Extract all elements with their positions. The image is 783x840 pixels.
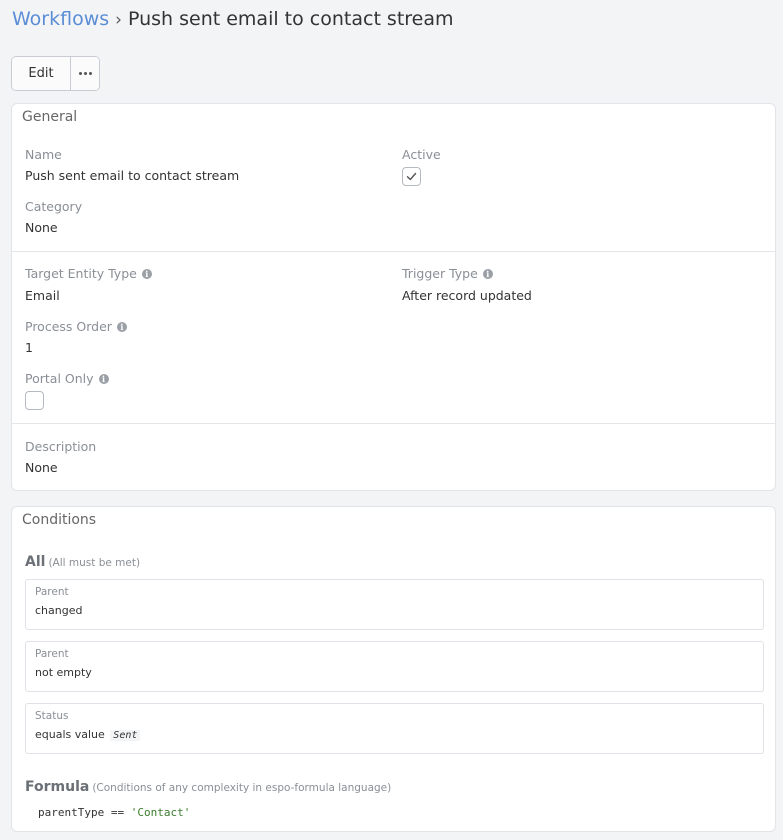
info-icon[interactable]: i xyxy=(116,321,127,332)
section-divider xyxy=(12,423,775,424)
trigger-type-label: Trigger Type i xyxy=(402,266,493,281)
process-order-label: Process Order i xyxy=(25,319,127,334)
process-order-value: 1 xyxy=(25,340,33,355)
target-entity-type-value: Email xyxy=(25,288,60,303)
name-label: Name xyxy=(25,147,62,162)
condition-text: not empty xyxy=(35,666,92,679)
page-title: Push sent email to contact stream xyxy=(127,8,454,30)
general-panel-title: General xyxy=(22,109,78,125)
conditions-panel: Conditions All (All must be met) Parent c… xyxy=(11,506,776,832)
ellipsis-icon xyxy=(78,72,92,75)
general-panel: General Name Push sent email to contact … xyxy=(11,103,776,491)
breadcrumb: Workflows › Push sent email to contact str… xyxy=(12,6,454,33)
category-label: Category xyxy=(25,199,83,214)
condition-item: Parent changed xyxy=(25,579,764,630)
condition-field: Parent xyxy=(35,586,69,598)
edit-button[interactable]: Edit xyxy=(12,57,71,90)
name-value: Push sent email to contact stream xyxy=(25,168,240,183)
condition-item: Parent not empty xyxy=(25,641,764,692)
info-icon[interactable]: i xyxy=(482,268,493,279)
condition-value: Sent xyxy=(110,730,141,741)
target-entity-type-label: Target Entity Type i xyxy=(25,266,152,281)
formula-code: parentType == 'Contact' xyxy=(38,806,191,819)
trigger-type-value: After record updated xyxy=(402,288,532,303)
description-value: None xyxy=(25,460,58,475)
formula-hint: (Conditions of any complexity in espo-fo… xyxy=(92,782,392,794)
condition-field: Parent xyxy=(35,648,69,660)
condition-field: Status xyxy=(35,710,69,722)
portal-only-checkbox[interactable] xyxy=(25,391,44,410)
more-actions-button[interactable] xyxy=(71,57,99,90)
category-value: None xyxy=(25,220,58,235)
info-icon[interactable]: i xyxy=(141,268,152,279)
all-conditions-hint: (All must be met) xyxy=(48,557,141,569)
condition-text: equals value Sent xyxy=(35,728,141,741)
chevron-right-icon: › xyxy=(115,10,122,30)
checkmark-icon xyxy=(406,172,417,181)
breadcrumb-workflows-link[interactable]: Workflows xyxy=(12,8,109,30)
info-icon[interactable]: i xyxy=(98,373,109,384)
conditions-panel-title: Conditions xyxy=(22,512,97,528)
section-divider xyxy=(12,251,775,252)
description-label: Description xyxy=(25,439,97,454)
portal-only-label: Portal Only i xyxy=(25,371,109,386)
all-conditions-heading: All (All must be met) xyxy=(25,554,141,570)
condition-item: Status equals value Sent xyxy=(25,703,764,754)
active-checkbox[interactable] xyxy=(402,167,421,186)
formula-heading: Formula (Conditions of any complexity in … xyxy=(25,779,392,795)
active-label: Active xyxy=(402,147,441,162)
action-button-group: Edit xyxy=(11,56,100,91)
condition-text: changed xyxy=(35,604,83,617)
